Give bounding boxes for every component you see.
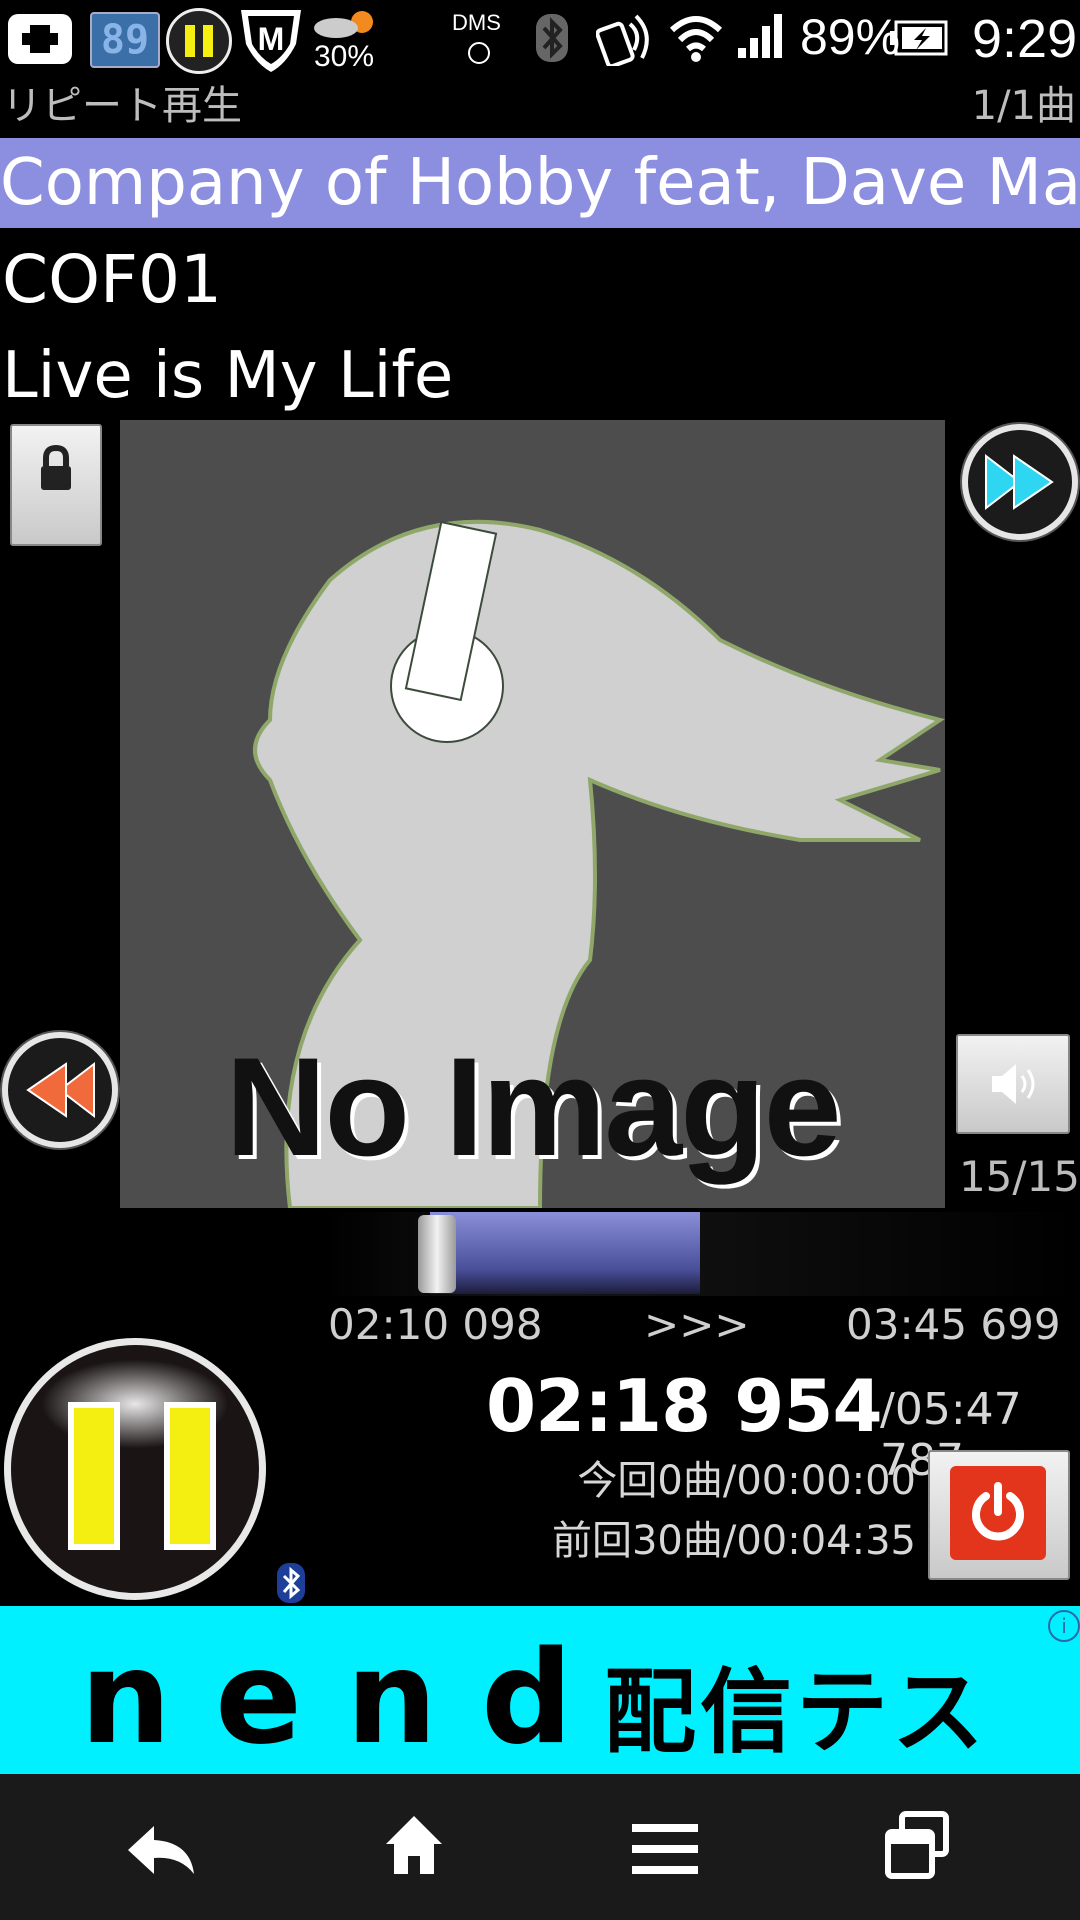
nfc-icon — [595, 10, 652, 70]
track-count: 1/1曲 — [971, 83, 1076, 129]
volume-button[interactable] — [956, 1034, 1070, 1134]
battery-widget-icon: 89 — [90, 12, 160, 68]
weather-percent: 30% — [314, 40, 375, 73]
previous-button[interactable] — [2, 1032, 118, 1148]
battery-widget-value: 89 — [100, 17, 150, 63]
volume-level: 15/15 — [958, 1152, 1080, 1201]
current-time: 02:18 954 — [486, 1364, 883, 1448]
wifi-icon — [668, 12, 724, 66]
ad-logo: nend — [80, 1624, 617, 1773]
repeat-mode-label[interactable]: リピート再生 — [2, 78, 242, 134]
clock: 9:29 — [972, 9, 1078, 69]
seek-bar-ab-range — [430, 1212, 700, 1294]
recent-apps-icon[interactable] — [884, 1810, 950, 1884]
ab-arrow: >>> — [644, 1300, 750, 1349]
session-stats-current: 今回0曲/00:00:00 — [577, 1458, 916, 1504]
album-name: COF01 — [2, 241, 222, 318]
artist-name: Company of Hobby feat, Dave Mash — [0, 146, 1080, 220]
lock-icon — [41, 444, 71, 490]
pause-notification-icon — [166, 8, 232, 74]
fast-forward-icon — [985, 453, 1054, 511]
battery-charging-icon — [890, 20, 948, 60]
ab-end-time: 03:45 699 — [846, 1300, 1061, 1349]
lock-button[interactable] — [10, 424, 102, 546]
bluetooth-status-icon — [534, 12, 570, 68]
dms-label: DMS — [452, 10, 501, 35]
menu-icon[interactable] — [632, 1820, 698, 1882]
back-icon[interactable] — [124, 1820, 200, 1884]
signal-icon — [738, 12, 786, 64]
rewind-icon — [26, 1061, 95, 1119]
dms-circle-icon — [468, 42, 490, 64]
plus-notification-icon — [8, 14, 72, 64]
ab-start-time: 02:10 098 — [328, 1300, 543, 1349]
shield-m-icon: M — [236, 4, 306, 78]
pause-icon — [68, 1402, 216, 1550]
seek-bar-thumb[interactable] — [418, 1215, 456, 1293]
status-bar: 89 M 30% DMS 89% 9:29 — [0, 0, 1080, 78]
speaker-icon — [992, 1064, 1035, 1104]
home-icon[interactable] — [382, 1812, 446, 1882]
battery-percent: 89% — [800, 9, 901, 65]
pause-button[interactable] — [4, 1338, 266, 1600]
navigation-bar — [0, 1774, 1080, 1920]
album-art[interactable]: No Image — [120, 420, 945, 1208]
session-stats-previous: 前回30曲/00:04:35 — [551, 1518, 916, 1564]
bluetooth-icon — [276, 1562, 306, 1608]
ad-info-icon[interactable]: i — [1048, 1610, 1080, 1642]
track-title: Live is My Life — [2, 339, 454, 413]
power-icon — [950, 1466, 1046, 1560]
power-button[interactable] — [928, 1450, 1070, 1580]
next-button[interactable] — [962, 424, 1078, 540]
no-image-text: No Image — [225, 1028, 841, 1185]
svg-text:M: M — [258, 21, 285, 57]
